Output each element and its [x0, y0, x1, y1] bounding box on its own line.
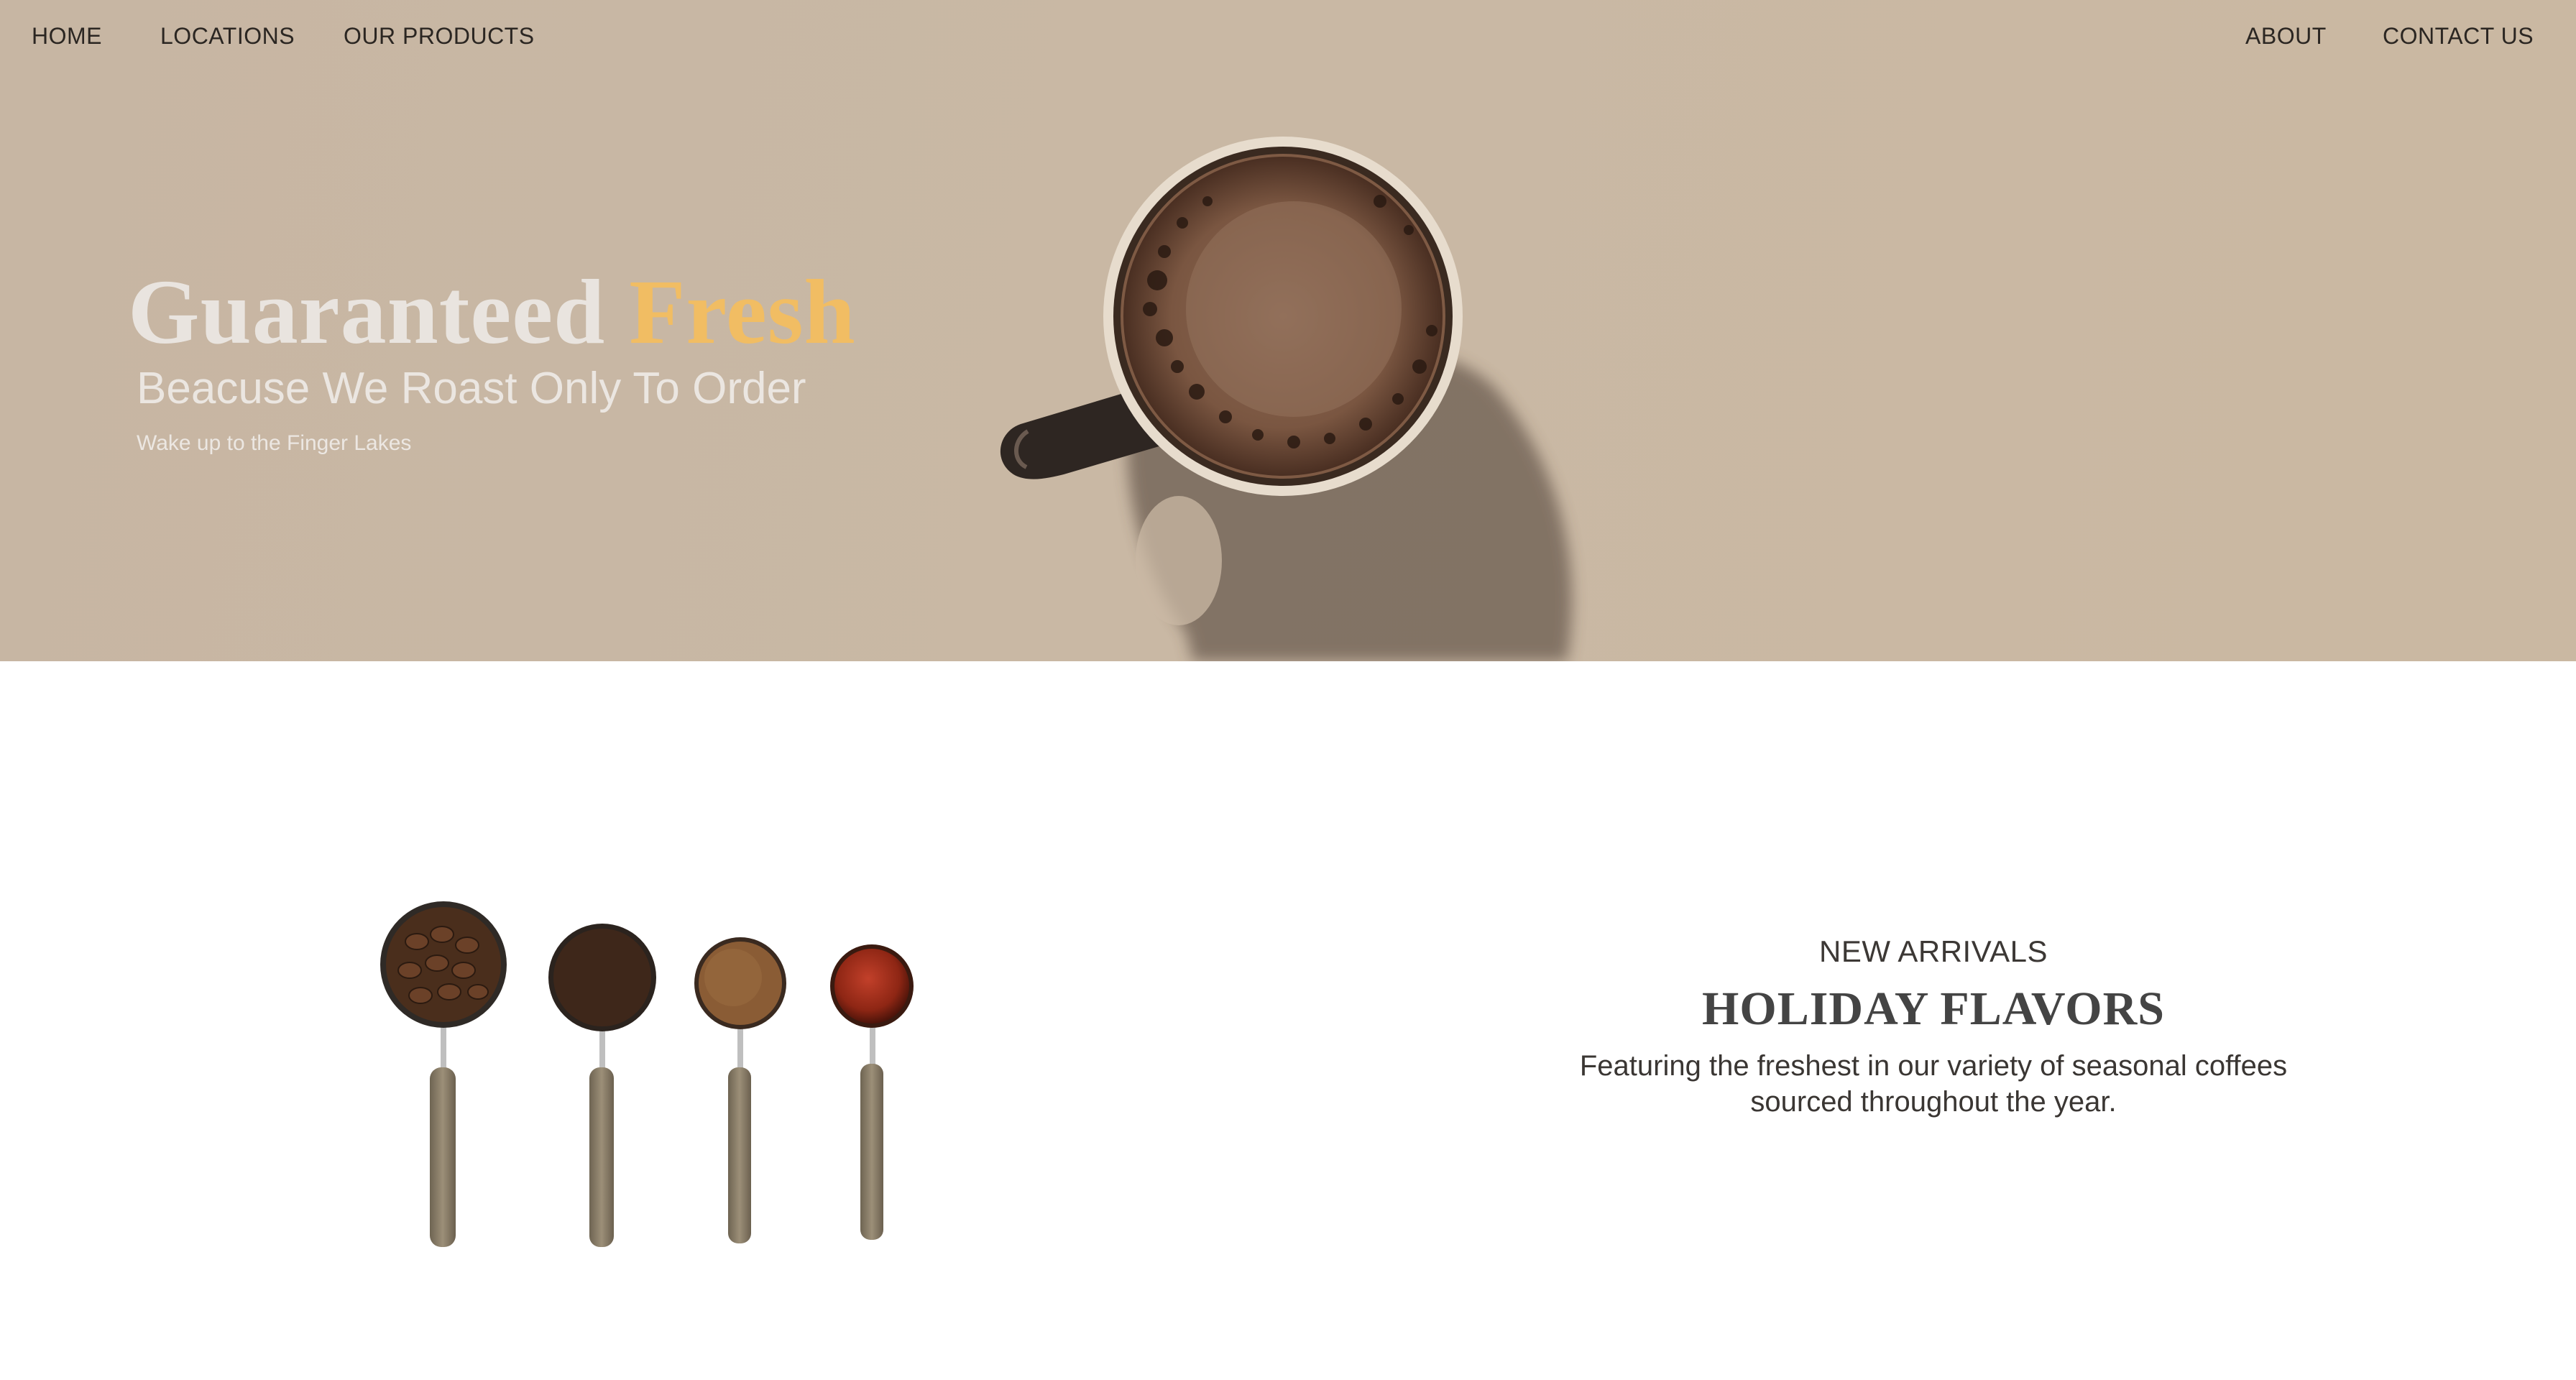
section-description-line: sourced throughout the year.	[1750, 1086, 2117, 1118]
section-eyebrow: NEW ARRIVALS	[1819, 934, 2048, 968]
headline-word-guaranteed: Guaranteed	[128, 261, 606, 363]
scoop-ground-dark	[548, 924, 656, 1247]
hero-tagline: Wake up to the Finger Lakes	[137, 431, 412, 455]
hero-subheadline: Beacuse We Roast Only To Order	[137, 364, 806, 413]
nav-locations-link[interactable]: LOCATIONS	[160, 23, 295, 50]
nav-contact-us-link[interactable]: CONTACT US	[2383, 23, 2534, 50]
section-description: Featuring the freshest in our variety of…	[1438, 1048, 2429, 1120]
new-arrivals-section: NEW ARRIVALS HOLIDAY FLAVORS Featuring t…	[1438, 934, 2429, 1120]
hero-section: HOME LOCATIONS OUR PRODUCTS ABOUT CONTAC…	[0, 0, 2576, 661]
coffee-scoops-image	[380, 901, 914, 1247]
scoop-whole-beans	[380, 901, 507, 1247]
nav-home-link[interactable]: HOME	[32, 23, 102, 50]
nav-about-link[interactable]: ABOUT	[2245, 23, 2327, 50]
scoop-ground-medium	[694, 937, 786, 1243]
coffee-mug-image	[1000, 137, 1572, 661]
headline-word-fresh: Fresh	[629, 261, 856, 363]
nav-our-products-link[interactable]: OUR PRODUCTS	[344, 23, 535, 50]
scoop-copper	[830, 944, 914, 1240]
section-title: HOLIDAY FLAVORS	[1702, 983, 2165, 1035]
section-description-line: Featuring the freshest in our variety of…	[1579, 1050, 2288, 1082]
hero-headline: Guaranteed Fresh	[128, 266, 856, 358]
